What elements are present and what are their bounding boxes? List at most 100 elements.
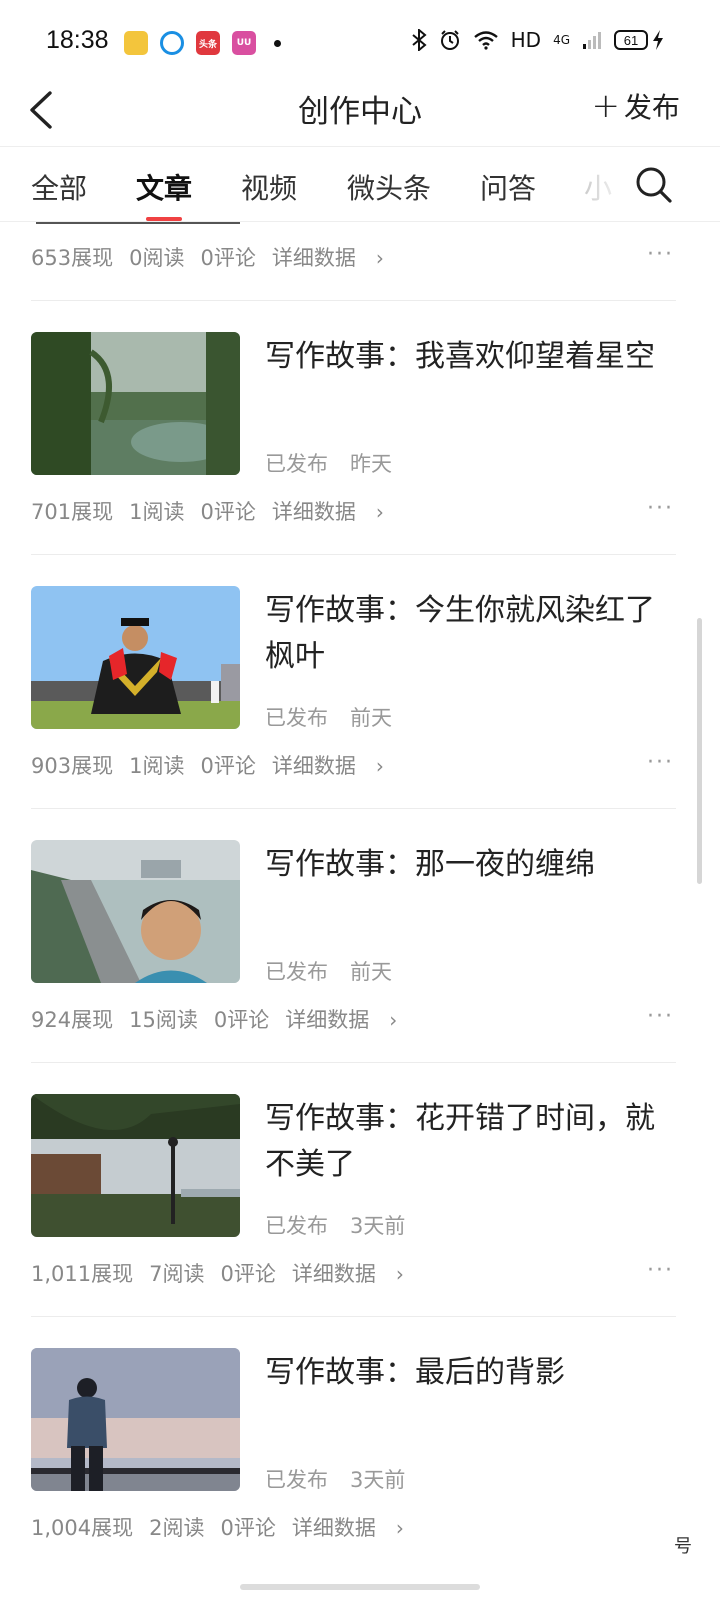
tab-micro-posts[interactable]: 微头条 (347, 167, 431, 207)
article-meta: 已发布 昨天 (265, 448, 392, 478)
search-icon[interactable] (634, 165, 674, 205)
comments: 0评论 (220, 1262, 276, 1286)
tab-qa[interactable]: 问答 (480, 167, 536, 207)
detail-data-link[interactable]: 详细数据 › (272, 242, 400, 272)
article-thumbnail[interactable] (31, 1094, 240, 1237)
more-options-button[interactable]: ··· (647, 242, 674, 267)
detail-data-link[interactable]: 详细数据 › (285, 1004, 413, 1034)
reads: 1阅读 (129, 754, 185, 778)
article-title[interactable]: 写作故事：花开错了时间，就不美了 (265, 1096, 665, 1188)
stats-row: 924展现 15阅读 0评论 详细数据 › (31, 1004, 413, 1034)
notification-icons: 头条 UU (124, 31, 281, 55)
stats-row: 1,011展现 7阅读 0评论 详细数据 › (31, 1258, 420, 1288)
detail-data-link[interactable]: 详细数据 › (272, 496, 400, 526)
previous-thumbnail-edge (36, 222, 240, 224)
toutiao-app-icon: 头条 (196, 31, 220, 55)
chevron-right-icon: › (395, 1516, 404, 1540)
impressions: 653展现 (31, 246, 114, 270)
reads: 2阅读 (149, 1516, 205, 1540)
article-thumbnail[interactable] (31, 840, 240, 983)
article-title[interactable]: 写作故事：我喜欢仰望着星空 (265, 334, 665, 380)
publish-button[interactable]: + 发布 (591, 86, 680, 126)
divider (31, 1062, 676, 1063)
chevron-right-icon: › (375, 500, 384, 524)
wifi-icon (473, 31, 498, 50)
article-thumbnail[interactable] (31, 1348, 240, 1491)
comments: 0评论 (200, 246, 256, 270)
article-status: 已发布 (265, 706, 328, 730)
article-item: 写作故事：我喜欢仰望着星空 已发布 昨天 701展现 1阅读 0评论 详细数据 › … (0, 332, 720, 586)
more-notifications-dot (274, 39, 281, 47)
article-title[interactable]: 写作故事：最后的背影 (265, 1350, 665, 1396)
signal-icon (583, 32, 601, 49)
stats-row: 903展现 1阅读 0评论 详细数据 › (31, 750, 400, 780)
article-title[interactable]: 写作故事：那一夜的缠绵 (265, 842, 665, 888)
battery-indicator: 61 (614, 30, 648, 50)
charging-icon (653, 30, 663, 50)
article-meta: 已发布 3天前 (265, 1210, 405, 1240)
article-status: 已发布 (265, 452, 328, 476)
article-title[interactable]: 写作故事：今生你就风染红了枫叶 (265, 588, 665, 680)
plus-icon: + (591, 86, 620, 126)
status-bar: 18:38 头条 UU HD 4G 61 (0, 0, 720, 86)
more-options-button[interactable]: ··· (647, 1258, 674, 1283)
tab-articles[interactable]: 文章 (136, 167, 192, 207)
divider (31, 554, 676, 555)
article-date: 前天 (350, 960, 392, 984)
detail-data-link[interactable]: 详细数据 › (292, 1512, 420, 1542)
article-item: 写作故事：那一夜的缠绵 已发布 前天 924展现 15阅读 0评论 详细数据 › ·… (0, 840, 720, 1094)
article-item: 写作故事：花开错了时间，就不美了 已发布 3天前 1,011展现 7阅读 0评论 … (0, 1094, 720, 1348)
publish-label: 发布 (623, 91, 680, 124)
home-indicator[interactable] (240, 1584, 480, 1590)
article-item: 写作故事：最后的背影 已发布 3天前 1,004展现 2阅读 0评论 详细数据 › (0, 1348, 720, 1600)
reads: 15阅读 (129, 1008, 198, 1032)
comments: 0评论 (200, 500, 256, 524)
uu-app-icon: UU (232, 31, 256, 55)
scrollbar[interactable] (697, 618, 702, 884)
header: 创作中心 + 发布 (0, 76, 720, 146)
article-thumbnail[interactable] (31, 332, 240, 475)
more-options-button[interactable]: ··· (647, 750, 674, 775)
article-meta: 已发布 前天 (265, 702, 392, 732)
comments: 0评论 (213, 1008, 270, 1032)
article-status: 已发布 (265, 1214, 328, 1238)
bluetooth-icon (411, 29, 427, 51)
detail-data-link[interactable]: 详细数据 › (292, 1258, 420, 1288)
article-meta: 已发布 前天 (265, 956, 392, 986)
article-thumbnail[interactable] (31, 586, 240, 729)
divider (31, 808, 676, 809)
network-type: HD (510, 28, 542, 52)
impressions: 701展现 (31, 500, 114, 524)
category-tabs: 全部 文章 视频 微头条 问答 小 (0, 146, 720, 222)
chevron-right-icon: › (375, 246, 384, 270)
active-tab-indicator (146, 217, 182, 221)
article-date: 3天前 (350, 1214, 406, 1238)
status-time: 18:38 (46, 26, 109, 54)
tab-fade-overlay (584, 147, 630, 221)
tab-all[interactable]: 全部 (31, 167, 87, 207)
chevron-right-icon: › (395, 1262, 404, 1286)
impressions: 1,011展现 (31, 1262, 134, 1286)
detail-data-link[interactable]: 详细数据 › (272, 750, 400, 780)
comments: 0评论 (200, 754, 256, 778)
chevron-right-icon: › (389, 1008, 398, 1032)
divider (31, 300, 676, 301)
comments: 0评论 (220, 1516, 276, 1540)
reads: 0阅读 (129, 246, 185, 270)
article-meta: 已发布 3天前 (265, 1464, 405, 1494)
article-list: 653展现 0阅读 0评论 详细数据 › ··· 写作故事：我喜欢仰望着星空 已发… (0, 222, 720, 1600)
divider (31, 1316, 676, 1317)
more-options-button[interactable]: ··· (647, 496, 674, 521)
chevron-right-icon: › (375, 754, 384, 778)
article-date: 3天前 (350, 1468, 406, 1492)
article-date: 昨天 (350, 452, 392, 476)
tab-videos[interactable]: 视频 (241, 167, 297, 207)
impressions: 1,004展现 (31, 1516, 134, 1540)
status-indicators: HD 4G 61 (411, 28, 664, 52)
more-options-button[interactable]: ··· (647, 1004, 674, 1029)
stats-row-partial: 653展现 0阅读 0评论 详细数据 › (31, 242, 400, 272)
impressions: 903展现 (31, 754, 114, 778)
article-item: 写作故事：今生你就风染红了枫叶 已发布 前天 903展现 1阅读 0评论 详细数据… (0, 586, 720, 840)
stats-row: 701展现 1阅读 0评论 详细数据 › (31, 496, 400, 526)
article-status: 已发布 (265, 960, 328, 984)
